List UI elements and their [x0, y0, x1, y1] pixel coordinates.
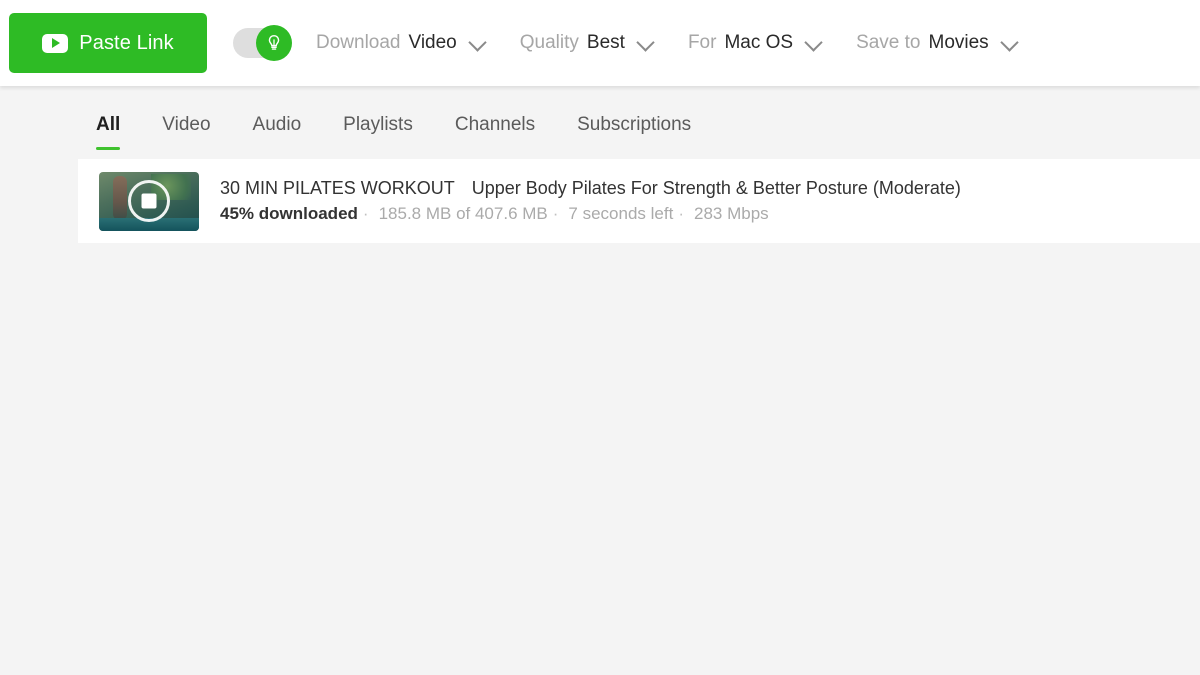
save-to-dropdown[interactable]: Save to Movies — [856, 32, 1032, 54]
download-speed: 283 Mbps — [694, 204, 769, 223]
youtube-play-icon — [42, 33, 69, 53]
download-progress-text: 45% downloaded — [220, 204, 358, 223]
quality-dropdown[interactable]: Quality Best — [520, 32, 668, 54]
download-type-value: Video — [408, 32, 457, 53]
download-size-text: 185.8 MB of 407.6 MB — [378, 204, 548, 223]
download-item-text: 30 MIN PILATES WORKOUT Upper Body Pilate… — [220, 178, 961, 224]
top-toolbar: Paste Link Download Video Quality Best F… — [0, 0, 1200, 86]
tab-channels[interactable]: Channels — [455, 114, 535, 150]
chevron-down-icon — [636, 32, 655, 52]
chevron-down-icon — [468, 32, 487, 52]
download-time-left: 7 seconds left — [568, 204, 674, 223]
chevron-down-icon — [999, 32, 1019, 52]
paste-link-button[interactable]: Paste Link — [9, 13, 207, 73]
lightbulb-icon — [268, 34, 280, 50]
paste-link-button-label: Paste Link — [79, 31, 174, 54]
download-type-label: Download — [316, 32, 401, 53]
app-window: Paste Link Download Video Quality Best F… — [0, 0, 1200, 675]
tab-playlists-label: Playlists — [343, 114, 413, 135]
tab-video[interactable]: Video — [162, 114, 210, 150]
smart-mode-toggle[interactable] — [233, 25, 292, 61]
status-separator: · — [552, 204, 559, 223]
platform-dropdown[interactable]: For Mac OS — [688, 32, 836, 54]
tab-playlists[interactable]: Playlists — [343, 114, 413, 150]
download-type-dropdown[interactable]: Download Video — [316, 32, 500, 54]
platform-label: For — [687, 32, 717, 53]
toggle-knob — [256, 25, 292, 61]
quality-value: Best — [586, 32, 625, 53]
chevron-down-icon — [804, 32, 823, 52]
tab-audio[interactable]: Audio — [253, 114, 302, 150]
download-item-status: 45% downloaded · 185.8 MB of 407.6 MB · … — [220, 204, 961, 224]
tab-channels-label: Channels — [454, 114, 536, 135]
download-item-title-row: 30 MIN PILATES WORKOUT Upper Body Pilate… — [220, 178, 961, 199]
save-to-label: Save to — [856, 32, 921, 53]
tab-audio-label: Audio — [252, 114, 302, 135]
video-thumbnail[interactable] — [99, 171, 199, 231]
smart-mode-toggle-wrap — [233, 25, 292, 61]
status-separator: · — [362, 204, 369, 223]
toolbar-dropdowns: Download Video Quality Best For Mac OS S… — [316, 32, 1032, 54]
download-list-item[interactable]: 30 MIN PILATES WORKOUT Upper Body Pilate… — [78, 159, 1200, 243]
stop-square-icon[interactable] — [141, 193, 157, 209]
tab-video-label: Video — [162, 114, 211, 135]
thumbnail-figure — [113, 175, 127, 220]
filter-tabs: All Video Audio Playlists Channels Subsc… — [0, 86, 1200, 150]
quality-label: Quality — [519, 32, 579, 53]
tab-subscriptions[interactable]: Subscriptions — [577, 114, 691, 150]
tab-all-label: All — [96, 114, 121, 135]
save-to-value: Movies — [928, 32, 989, 53]
tab-subscriptions-label: Subscriptions — [577, 114, 692, 135]
status-separator: · — [678, 204, 684, 223]
download-item-title: 30 MIN PILATES WORKOUT — [220, 178, 455, 198]
content-area: All Video Audio Playlists Channels Subsc… — [0, 86, 1200, 675]
download-item-subtitle: Upper Body Pilates For Strength & Better… — [471, 178, 961, 198]
platform-value: Mac OS — [724, 32, 794, 53]
tab-all[interactable]: All — [96, 114, 121, 150]
